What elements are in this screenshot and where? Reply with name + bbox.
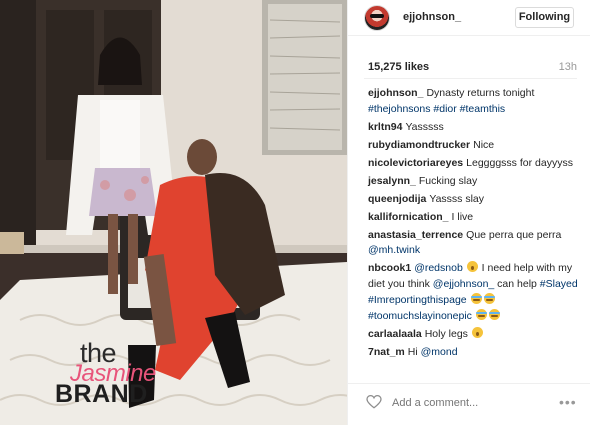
comment-mention[interactable]: @redsnob [414, 262, 463, 274]
comment-username[interactable]: carlaalaala [368, 328, 422, 340]
avatar[interactable] [364, 5, 390, 31]
laughing-emoji-icon [470, 292, 482, 304]
post-photo[interactable]: the Jasmine BRAND [0, 0, 347, 425]
comment-username[interactable]: 7nat_m [368, 346, 405, 358]
comment-item: nbcook1 @redsnob I need help with my diet… [368, 261, 580, 324]
comment-item: krltn94 Yasssss [368, 120, 580, 136]
comment-text: Dynasty returns tonight [426, 87, 535, 99]
post-sidebar: ejjohnson_ Following 15,275 likes 13h ej… [347, 0, 590, 425]
following-button[interactable]: Following [515, 7, 574, 28]
comment-text: I live [451, 210, 474, 223]
comment-text: Nice [473, 138, 495, 151]
post-age[interactable]: 13h [559, 61, 577, 73]
comment-text: Hi [407, 345, 418, 358]
comment-mention[interactable]: @ejjohnson_ [433, 278, 494, 290]
comment-username[interactable]: nbcook1 [368, 262, 411, 274]
comment-username[interactable]: anastasia_terrence [368, 229, 463, 241]
laughing-emoji-icon [483, 292, 495, 304]
comment-item: 7nat_m Hi @mond [368, 345, 580, 361]
comment-text: Leggggsss for dayyyss [466, 156, 573, 169]
comment-item: carlaalaala Holy legs [368, 326, 580, 343]
comment-username[interactable]: jesalynn_ [368, 175, 416, 187]
laughing-emoji-icon [488, 308, 500, 320]
comment-text: Que perra que perra [466, 228, 562, 241]
comment-username[interactable]: krltn94 [368, 121, 402, 133]
comment-item: nicolevictoriareyes Leggggsss for dayyyss [368, 156, 580, 172]
divider [364, 78, 577, 79]
comment-text: Fucking slay [418, 174, 478, 187]
comment-username[interactable]: kallifornication_ [368, 211, 449, 223]
comment-username[interactable]: nicolevictoriareyes [368, 157, 463, 169]
astonished-emoji-icon [471, 326, 483, 338]
laughing-emoji-icon [475, 308, 487, 320]
post-header: ejjohnson_ Following [348, 0, 590, 36]
heart-icon[interactable] [366, 395, 382, 409]
comment-item: jesalynn_ Fucking slay [368, 174, 580, 190]
comment-footer: ••• [348, 383, 590, 419]
header-username[interactable]: ejjohnson_ [403, 11, 461, 23]
comment-item: anastasia_terrence Que perra que perra @m… [368, 228, 580, 259]
comment-item: kallifornication_ I live [368, 210, 580, 226]
comment-item: queenjodija Yassss slay [368, 192, 580, 208]
comment-username[interactable]: rubydiamondtrucker [368, 139, 470, 151]
comments-list: ejjohnson_ Dynasty returns tonight #thejo… [368, 86, 580, 363]
comment-username[interactable]: ejjohnson_ [368, 87, 423, 99]
comment-text: Holy legs [424, 327, 468, 340]
comment-mention[interactable]: @mond [421, 346, 458, 358]
comment-item: ejjohnson_ Dynasty returns tonight #thejo… [368, 86, 580, 117]
comment-text: Yasssss [405, 120, 444, 133]
watermark-brand: BRAND [55, 380, 148, 408]
comment-username[interactable]: queenjodija [368, 193, 426, 205]
likes-count[interactable]: 15,275 likes [368, 61, 429, 73]
post-stats: 15,275 likes 13h [348, 50, 590, 80]
emoji-icon [466, 261, 478, 273]
comment-item: rubydiamondtrucker Nice [368, 138, 580, 154]
watermark-logo: the Jasmine BRAND [52, 338, 182, 408]
comment-text: Yassss slay [429, 192, 484, 205]
comment-hashtags[interactable]: #thejohnsons #dior #teamthis [368, 103, 505, 115]
more-options-icon[interactable]: ••• [559, 394, 577, 410]
comment-text: can help [497, 278, 537, 291]
comment-hashtags[interactable]: #toomuchslayinonepic [368, 310, 472, 322]
add-comment-input[interactable] [392, 394, 532, 412]
comment-mention[interactable]: @mh.twink [368, 244, 420, 256]
